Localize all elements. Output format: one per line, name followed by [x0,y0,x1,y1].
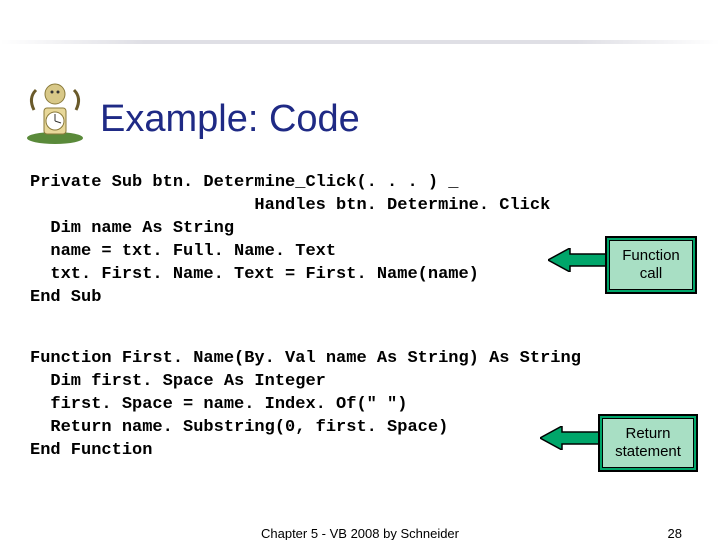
arrow-left-icon [548,248,608,272]
callout-text-line: call [640,265,663,282]
callout-box: Function call [609,240,693,290]
arrow-left-icon [540,426,600,450]
footer-text: Chapter 5 - VB 2008 by Schneider [0,526,720,540]
code-block-sub: Private Sub btn. Determine_Click(. . . )… [30,172,690,310]
callout-function-call: Function call [605,236,697,294]
slide: Example: Code Private Sub btn. Determine… [0,0,720,540]
callout-box: Return statement [602,418,694,468]
callout-text-line: statement [615,443,681,460]
page-number: 28 [668,526,682,540]
slide-title: Example: Code [100,98,360,141]
decorative-rule [0,40,720,44]
callout-return-statement: Return statement [598,414,698,472]
callout-text-line: Function [622,247,680,264]
callout-text-line: Return [625,425,670,442]
logo-icon [20,78,90,148]
